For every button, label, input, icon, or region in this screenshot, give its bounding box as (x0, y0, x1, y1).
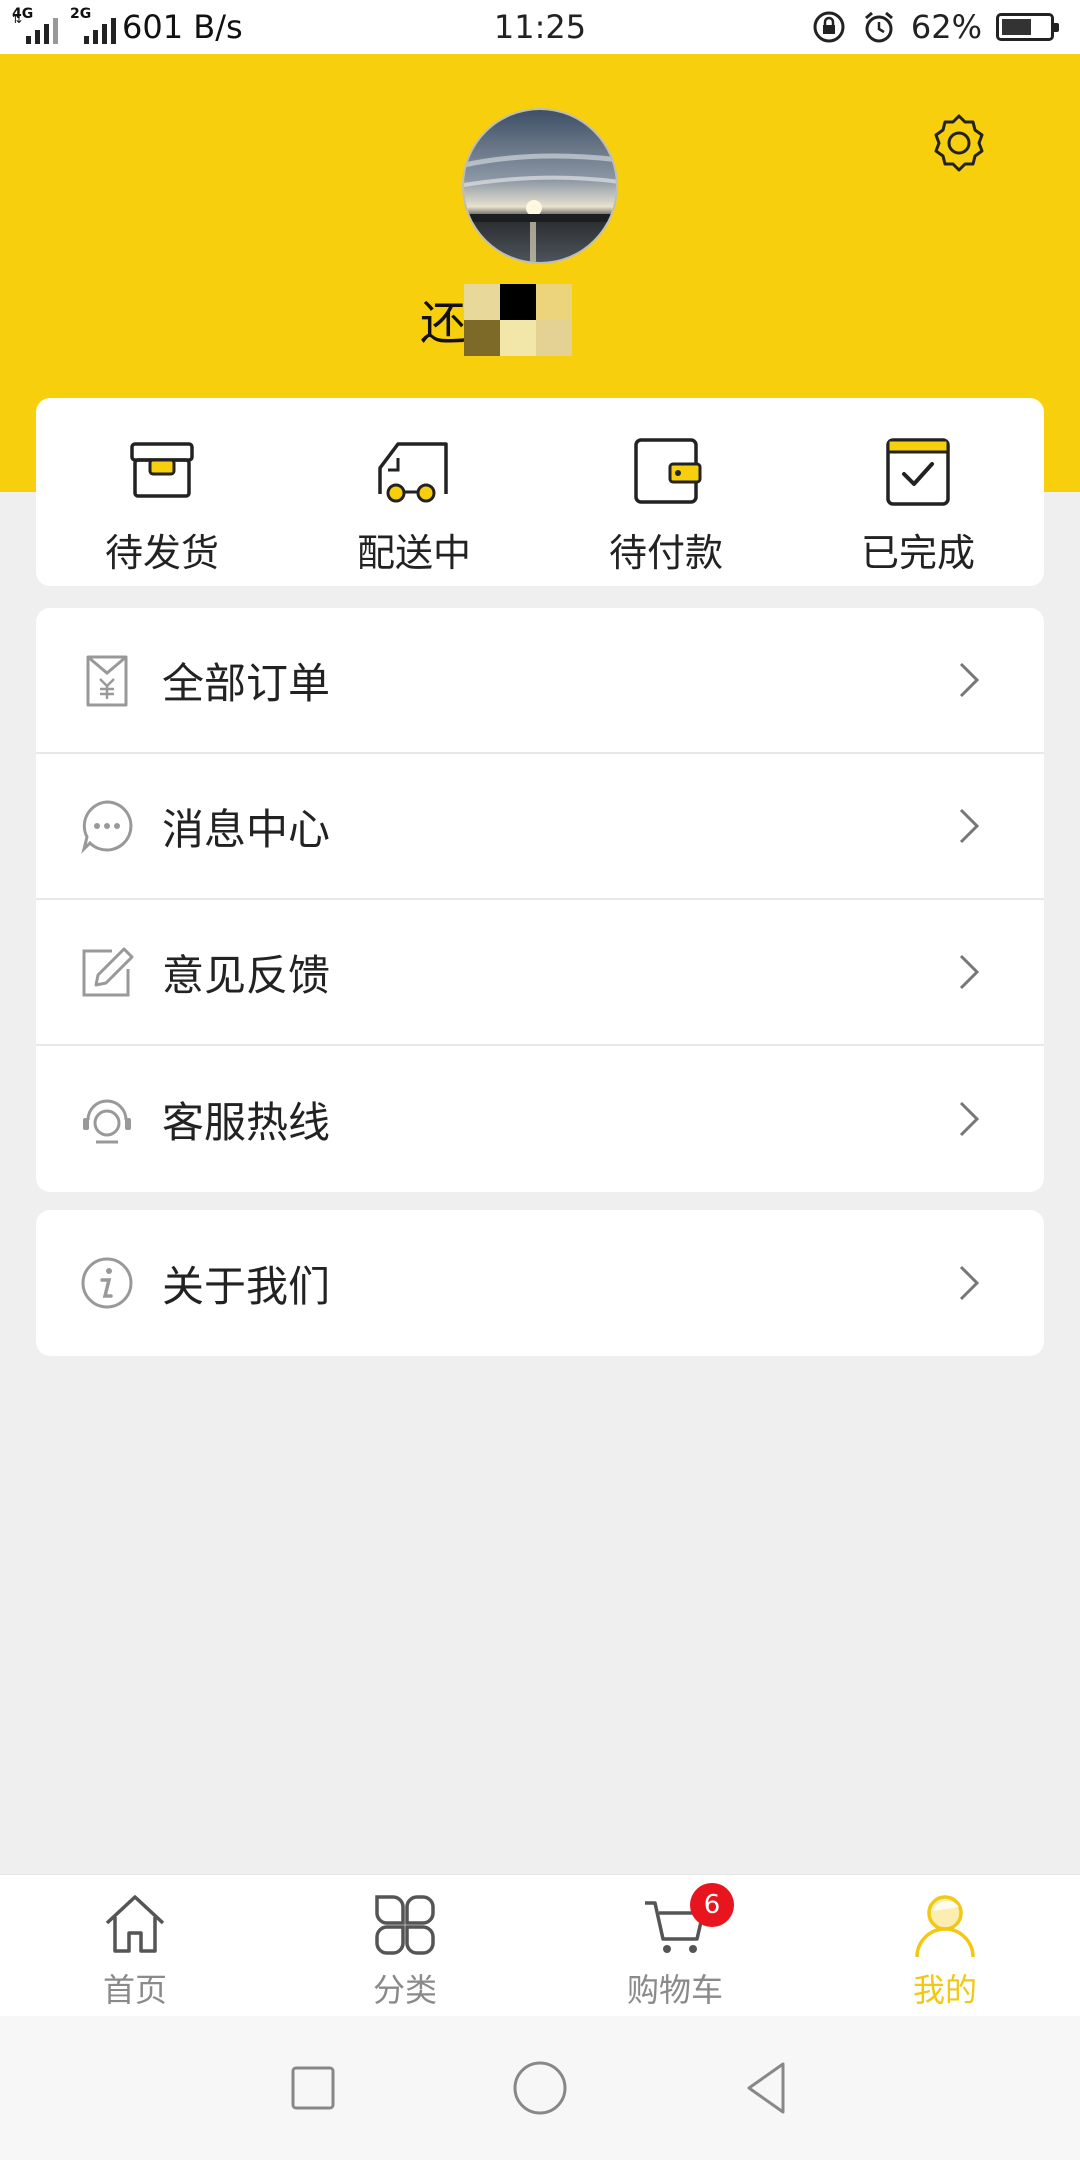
chat-bubble-icon (81, 800, 133, 854)
menu-card-main: 全部订单 消息中心 意见反馈 客服热线 (36, 608, 1044, 1192)
edit-pencil-icon (82, 947, 134, 997)
box-icon (130, 442, 194, 498)
order-pending-shipment[interactable]: 待发货 (36, 398, 288, 586)
tab-label: 首页 (102, 1971, 167, 2009)
order-label: 已完成 (860, 531, 975, 575)
signal-4g-icon: 4G ⇅ (12, 6, 58, 44)
order-completed[interactable]: 已完成 (792, 398, 1044, 586)
category-grid-icon (375, 1895, 435, 1955)
tab-mine[interactable]: 我的 (810, 1875, 1080, 2016)
status-bar: 4G ⇅ 2G 601 B/s 11:25 62% (0, 0, 1080, 54)
avatar-photo (464, 110, 616, 262)
chevron-right-icon (959, 1101, 980, 1137)
chevron-right-icon (959, 662, 980, 698)
menu-card-about: 关于我们 (36, 1210, 1044, 1356)
status-left: 4G ⇅ 2G 601 B/s (12, 6, 243, 46)
tab-label: 分类 (372, 1971, 437, 2009)
chevron-right-icon (959, 808, 980, 844)
back-triangle-icon[interactable] (737, 2058, 797, 2118)
system-navigation-bar (0, 2016, 1080, 2160)
headset-icon (83, 1099, 131, 1144)
battery-percent: 62% (910, 8, 982, 46)
info-icon (81, 1257, 133, 1309)
rotation-lock-icon (813, 11, 845, 43)
avatar[interactable] (462, 108, 618, 264)
order-label: 待发货 (104, 531, 219, 575)
menu-item-about-us[interactable]: 关于我们 (36, 1210, 1044, 1356)
tab-cart[interactable]: 6 购物车 (540, 1875, 810, 2016)
alarm-icon (864, 11, 893, 43)
menu-label: 客服热线 (162, 1097, 331, 1147)
network-type-2: 2G (70, 6, 92, 22)
clock: 11:25 (493, 8, 587, 46)
menu-item-all-orders[interactable]: 全部订单 (36, 608, 1044, 754)
order-status-card: 待发货 配送中 待付款 已完成 (36, 398, 1044, 586)
menu-item-feedback[interactable]: 意见反馈 (36, 900, 1044, 1046)
menu-label: 消息中心 (162, 804, 331, 854)
yen-receipt-icon (86, 655, 128, 707)
pixelated-name-mask (464, 284, 572, 356)
order-label: 配送中 (356, 531, 471, 575)
chevron-right-icon (959, 954, 980, 990)
home-icon (105, 1895, 165, 1953)
status-right: 62% (811, 8, 1059, 46)
settings-gear-icon[interactable] (926, 110, 992, 176)
tab-label: 我的 (912, 1971, 977, 2009)
tab-home[interactable]: 首页 (0, 1875, 270, 2016)
profile-icon (915, 1895, 975, 1958)
battery-fill (1002, 19, 1031, 35)
home-circle-icon[interactable] (510, 2058, 570, 2118)
bottom-tab-bar: 首页 分类 6 购物车 我的 (0, 1874, 1080, 2016)
tab-category[interactable]: 分类 (270, 1875, 540, 2016)
username: 还 (420, 284, 572, 356)
wallet-icon (634, 438, 702, 504)
battery-icon (996, 13, 1059, 41)
menu-item-hotline[interactable]: 客服热线 (36, 1046, 1044, 1192)
order-label: 待付款 (608, 531, 723, 575)
menu-label: 全部订单 (162, 658, 331, 708)
menu-item-messages[interactable]: 消息中心 (36, 754, 1044, 900)
tab-label: 购物车 (626, 1971, 723, 2009)
calendar-check-icon (886, 438, 950, 506)
menu-label: 关于我们 (162, 1261, 331, 1311)
order-pending-payment[interactable]: 待付款 (540, 398, 792, 586)
cart-badge: 6 (690, 1883, 734, 1927)
menu-label: 意见反馈 (162, 950, 331, 1000)
delivery-truck-icon (378, 442, 448, 503)
recent-apps-icon[interactable] (283, 2058, 343, 2118)
network-speed: 601 B/s (122, 8, 243, 46)
username-text: 还 (420, 296, 466, 350)
chevron-right-icon (959, 1265, 980, 1301)
order-in-delivery[interactable]: 配送中 (288, 398, 540, 586)
signal-2g-icon: 2G (70, 6, 116, 44)
